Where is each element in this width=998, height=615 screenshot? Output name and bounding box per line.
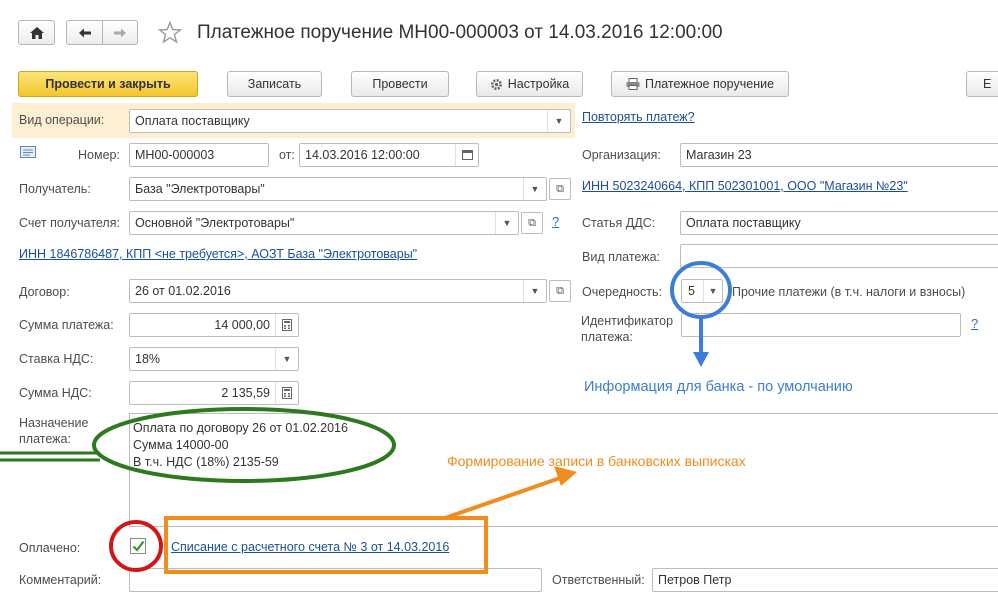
blue-circle-annotation: [670, 261, 732, 367]
bank-info-annotation: Информация для банка - по умолчанию: [584, 379, 853, 395]
green-ellipse-annotation: [0, 407, 396, 483]
annotation-overlay: [0, 261, 732, 574]
red-circle-annotation: [109, 520, 163, 572]
bank-records-annotation: Формирование записи в банковских выписка…: [447, 453, 746, 469]
